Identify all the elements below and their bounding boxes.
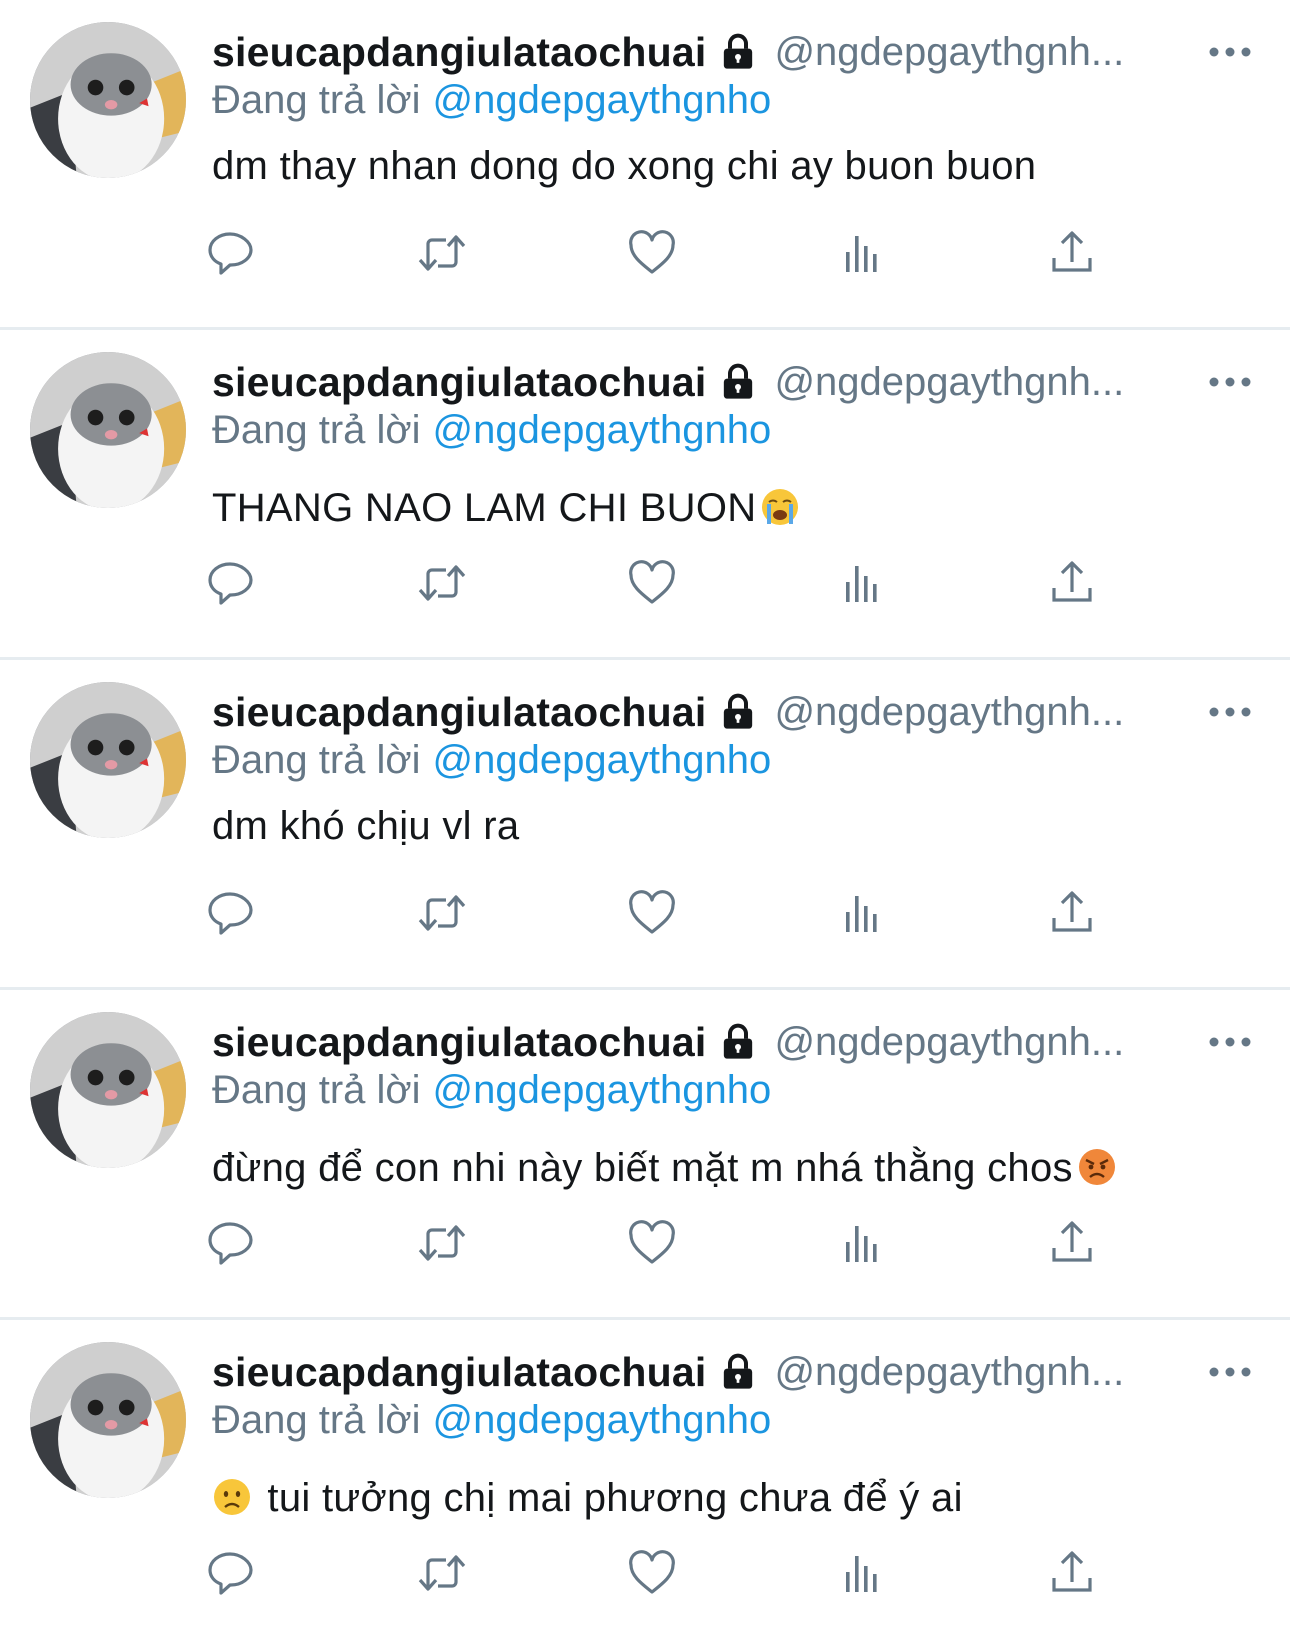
stats-icon[interactable] (836, 1218, 888, 1268)
display-name[interactable]: sieucapdangiulataochuai (212, 29, 706, 76)
reply-context: Đang trả lời @ngdepgaythgnho (212, 1398, 1254, 1446)
like-icon[interactable] (626, 1218, 678, 1268)
tweet-feed: sieucapdangiulataochuai @ngdepgaythgnh..… (0, 0, 1290, 1650)
angry-face-emoji (1077, 1147, 1117, 1187)
retweet-icon[interactable] (416, 1218, 468, 1268)
avatar[interactable] (30, 1012, 186, 1168)
tweet[interactable]: sieucapdangiulataochuai @ngdepgaythgnh..… (0, 1320, 1290, 1650)
reply-icon[interactable] (206, 1548, 258, 1598)
display-name[interactable]: sieucapdangiulataochuai (212, 1349, 706, 1396)
share-icon[interactable] (1046, 558, 1098, 608)
more-icon[interactable] (1206, 34, 1254, 70)
user-handle[interactable]: @ngdepgaythgnh... (774, 1020, 1124, 1065)
cat-avatar-image (30, 22, 186, 178)
avatar[interactable] (30, 22, 186, 178)
reply-icon[interactable] (206, 1218, 258, 1268)
share-icon[interactable] (1046, 1548, 1098, 1598)
reply-mention-link[interactable]: @ngdepgaythgnho (433, 408, 772, 452)
like-icon[interactable] (626, 228, 678, 278)
retweet-icon[interactable] (416, 558, 468, 608)
lock-icon (718, 1022, 758, 1062)
stats-icon[interactable] (836, 228, 888, 278)
share-icon[interactable] (1046, 228, 1098, 278)
reply-prefix: Đang trả lời (212, 408, 421, 452)
user-handle[interactable]: @ngdepgaythgnh... (774, 1350, 1124, 1395)
user-handle[interactable]: @ngdepgaythgnh... (774, 360, 1124, 405)
reply-context: Đang trả lời @ngdepgaythgnho (212, 78, 1254, 126)
display-name[interactable]: sieucapdangiulataochuai (212, 689, 706, 736)
reply-mention-link[interactable]: @ngdepgaythgnho (433, 1068, 772, 1112)
stats-icon[interactable] (836, 888, 888, 938)
more-icon[interactable] (1206, 1354, 1254, 1390)
tweet-actions (206, 888, 1126, 938)
reply-context: Đang trả lời @ngdepgaythgnho (212, 1068, 1254, 1116)
tweet-actions (206, 1548, 1126, 1598)
retweet-icon[interactable] (416, 228, 468, 278)
tweet[interactable]: sieucapdangiulataochuai @ngdepgaythgnh..… (0, 330, 1290, 660)
cat-avatar-image (30, 352, 186, 508)
reply-prefix: Đang trả lời (212, 78, 421, 122)
cat-avatar-image (30, 682, 186, 838)
reply-prefix: Đang trả lời (212, 738, 421, 782)
stats-icon[interactable] (836, 558, 888, 608)
tweet[interactable]: sieucapdangiulataochuai @ngdepgaythgnh..… (0, 0, 1290, 330)
display-name[interactable]: sieucapdangiulataochuai (212, 1019, 706, 1066)
avatar[interactable] (30, 352, 186, 508)
cat-avatar-image (30, 1012, 186, 1168)
retweet-icon[interactable] (416, 888, 468, 938)
retweet-icon[interactable] (416, 1548, 468, 1598)
avatar[interactable] (30, 682, 186, 838)
lock-icon (718, 1352, 758, 1392)
tweet-text-body: đừng để con nhi này biết mặt m nhá thằng… (212, 1146, 1073, 1190)
tweet-text: THANG NAO LAM CHI BUON (212, 486, 1254, 531)
tweet-text-body: THANG NAO LAM CHI BUON (212, 486, 757, 530)
avatar[interactable] (30, 1342, 186, 1498)
reply-context: Đang trả lời @ngdepgaythgnho (212, 408, 1254, 456)
tweet-actions (206, 228, 1126, 278)
lock-icon (718, 32, 758, 72)
more-icon[interactable] (1206, 1024, 1254, 1060)
tweet[interactable]: sieucapdangiulataochuai @ngdepgaythgnh..… (0, 660, 1290, 990)
like-icon[interactable] (626, 1548, 678, 1598)
display-name[interactable]: sieucapdangiulataochuai (212, 359, 706, 406)
reply-mention-link[interactable]: @ngdepgaythgnho (433, 1398, 772, 1442)
like-icon[interactable] (626, 558, 678, 608)
cat-avatar-image (30, 1342, 186, 1498)
tweet[interactable]: sieucapdangiulataochuai @ngdepgaythgnh..… (0, 990, 1290, 1320)
slightly-frowning-face-emoji (212, 1477, 252, 1517)
tweet-text-body: dm khó chịu vl ra (212, 804, 520, 848)
reply-icon[interactable] (206, 228, 258, 278)
tweet-text-body: tui tưởng chị mai phương chưa để ý ai (256, 1476, 963, 1520)
tweet-text: dm khó chịu vl ra (212, 804, 1254, 849)
reply-context: Đang trả lời @ngdepgaythgnho (212, 738, 1254, 786)
share-icon[interactable] (1046, 1218, 1098, 1268)
tweet-actions (206, 558, 1126, 608)
tweet-text: tui tưởng chị mai phương chưa để ý ai (212, 1476, 1254, 1521)
reply-icon[interactable] (206, 558, 258, 608)
more-icon[interactable] (1206, 364, 1254, 400)
reply-mention-link[interactable]: @ngdepgaythgnho (433, 738, 772, 782)
tweet-text: đừng để con nhi này biết mặt m nhá thằng… (212, 1146, 1254, 1191)
user-handle[interactable]: @ngdepgaythgnh... (774, 30, 1124, 75)
reply-prefix: Đang trả lời (212, 1398, 421, 1442)
stats-icon[interactable] (836, 1548, 888, 1598)
tweet-text-body: dm thay nhan dong do xong chi ay buon bu… (212, 144, 1037, 188)
reply-icon[interactable] (206, 888, 258, 938)
tweet-actions (206, 1218, 1126, 1268)
loudly-crying-face-emoji (760, 487, 800, 527)
lock-icon (718, 692, 758, 732)
reply-mention-link[interactable]: @ngdepgaythgnho (433, 78, 772, 122)
lock-icon (718, 362, 758, 402)
like-icon[interactable] (626, 888, 678, 938)
tweet-text: dm thay nhan dong do xong chi ay buon bu… (212, 144, 1254, 189)
user-handle[interactable]: @ngdepgaythgnh... (774, 690, 1124, 735)
more-icon[interactable] (1206, 694, 1254, 730)
reply-prefix: Đang trả lời (212, 1068, 421, 1112)
share-icon[interactable] (1046, 888, 1098, 938)
